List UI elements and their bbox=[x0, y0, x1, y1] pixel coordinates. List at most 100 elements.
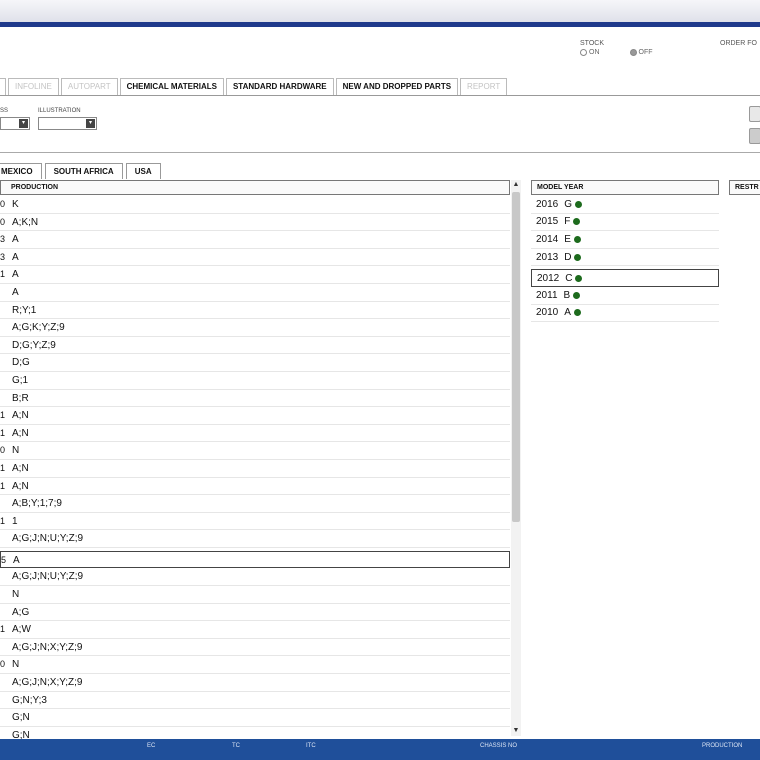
illustration-select[interactable]: ▾ bbox=[38, 117, 97, 130]
model-year-row[interactable]: 2011 B bbox=[531, 287, 719, 305]
production-scrollbar[interactable]: ▲ ▼ bbox=[511, 180, 521, 736]
production-row[interactable]: 3A bbox=[0, 231, 510, 249]
tab-report[interactable]: REPORT bbox=[460, 78, 508, 95]
production-row[interactable]: 1 A;N bbox=[0, 460, 510, 478]
production-code: A;B;Y;1;7;9 bbox=[12, 498, 62, 510]
row-marker: 1 bbox=[0, 427, 6, 438]
production-row[interactable]: A;B;Y;1;7;9 bbox=[0, 495, 510, 513]
tab-new-and-dropped-parts[interactable]: NEW AND DROPPED PARTS bbox=[335, 78, 459, 95]
production-row[interactable]: 0 A;K;N bbox=[0, 214, 510, 232]
tab-usa[interactable]: USA bbox=[125, 163, 161, 179]
status-dot-icon bbox=[574, 253, 582, 261]
production-code: A;G;J;N;U;Y;Z;9 bbox=[12, 571, 84, 583]
country-tabs: MEXICO SOUTH AFRICA USA bbox=[0, 163, 161, 179]
row-marker: 1 bbox=[0, 480, 6, 491]
model-year-row[interactable]: 2013 D bbox=[531, 249, 719, 267]
scroll-down-icon[interactable]: ▼ bbox=[511, 726, 521, 736]
production-code: A;G;K;Y;Z;9 bbox=[12, 322, 65, 334]
production-row[interactable]: 1 A;N bbox=[0, 478, 510, 496]
model-year-code: A bbox=[564, 307, 571, 319]
production-code: A;G;J;N;X;Y;Z;9 bbox=[12, 677, 83, 689]
model-year-list: 2016 G 2015 F 2014 E 2013 D 2012 C 2011 B 2010 A bbox=[531, 196, 719, 323]
production-row[interactable]: N bbox=[0, 586, 510, 604]
production-row[interactable]: 1A bbox=[0, 266, 510, 284]
production-row[interactable]: R;Y;1 bbox=[0, 302, 510, 320]
production-column-header[interactable]: PRODUCTION bbox=[0, 180, 510, 195]
status-bar: EC TC ITC CHASSIS NO PRODUCTION bbox=[0, 739, 760, 760]
chevron-down-icon: ▾ bbox=[86, 119, 95, 128]
production-row[interactable]: A;G bbox=[0, 604, 510, 622]
status-dot-icon bbox=[575, 274, 583, 282]
stock-on-label: ON bbox=[589, 49, 600, 56]
production-row[interactable]: 0K bbox=[0, 196, 510, 214]
model-year-row[interactable]: 2014 E bbox=[531, 231, 719, 249]
status-ec: EC bbox=[147, 743, 156, 749]
production-row[interactable]: 11 bbox=[0, 513, 510, 531]
production-code: D;G;Y;Z;9 bbox=[12, 339, 56, 351]
tab-autopart[interactable]: AUTOPART bbox=[60, 78, 118, 95]
production-row[interactable]: D;G;Y;Z;9 bbox=[0, 337, 510, 355]
production-code: A;G;J;N;X;Y;Z;9 bbox=[12, 641, 83, 653]
tab-chemical-materials[interactable]: CHEMICAL MATERIALS bbox=[119, 78, 224, 95]
production-row[interactable]: A;G;K;Y;Z;9 bbox=[0, 319, 510, 337]
production-row[interactable]: A;G;J;N;U;Y;Z;9 bbox=[0, 530, 510, 548]
tab-mexico[interactable]: MEXICO bbox=[0, 163, 42, 179]
production-row[interactable]: A bbox=[0, 284, 510, 302]
tab-infoline[interactable]: INFOLINE bbox=[8, 78, 59, 95]
stock-off-label: OFF bbox=[638, 49, 653, 56]
production-row[interactable]: G;N;Y;3 bbox=[0, 692, 510, 710]
production-row[interactable]: 1 A;N bbox=[0, 407, 510, 425]
side-button-top[interactable] bbox=[749, 106, 760, 122]
production-row[interactable]: D;G bbox=[0, 354, 510, 372]
status-production: PRODUCTION bbox=[702, 743, 743, 749]
production-code: R;Y;1 bbox=[12, 304, 37, 316]
restriction-column-header[interactable]: RESTR bbox=[729, 180, 760, 195]
filter-first-select[interactable]: ▾ bbox=[0, 117, 30, 130]
row-marker: 1 bbox=[0, 624, 6, 635]
row-marker: 1 bbox=[0, 462, 6, 473]
production-row[interactable]: A;G;J;N;U;Y;Z;9 bbox=[0, 568, 510, 587]
production-code: A;N bbox=[12, 462, 29, 474]
production-row[interactable]: G;1 bbox=[0, 372, 510, 390]
model-year-column-header[interactable]: MODEL YEAR bbox=[531, 180, 719, 195]
production-code: B;R bbox=[12, 392, 29, 404]
row-marker: 0 bbox=[0, 216, 6, 227]
production-row[interactable]: B;R bbox=[0, 390, 510, 408]
model-year-value: 2010 bbox=[536, 307, 559, 319]
production-row[interactable]: 3A bbox=[0, 249, 510, 267]
production-row[interactable]: 1 A;N bbox=[0, 425, 510, 443]
production-row[interactable]: 1 A;W bbox=[0, 621, 510, 639]
model-year-row[interactable]: 2016 G bbox=[531, 196, 719, 214]
production-row[interactable]: A;G;J;N;X;Y;Z;9 bbox=[0, 639, 510, 657]
model-year-value: 2015 bbox=[536, 216, 559, 228]
production-code: N bbox=[12, 445, 20, 457]
production-row[interactable]: G;N bbox=[0, 709, 510, 727]
stock-on-radio[interactable]: ON bbox=[580, 49, 600, 56]
status-tc: TC bbox=[232, 743, 240, 749]
model-year-code: F bbox=[564, 216, 571, 228]
production-code: A bbox=[12, 286, 19, 298]
model-year-value: 2014 bbox=[536, 233, 559, 245]
side-button-bottom[interactable] bbox=[749, 128, 760, 144]
production-code: A;N bbox=[12, 480, 29, 492]
model-year-row[interactable]: 2012 C bbox=[531, 269, 719, 287]
status-dot-icon bbox=[573, 235, 581, 243]
production-row[interactable]: 0N bbox=[0, 656, 510, 675]
scroll-thumb[interactable] bbox=[512, 192, 520, 522]
production-row[interactable]: 0N bbox=[0, 442, 510, 460]
tab-standard-hardware[interactable]: STANDARD HARDWARE bbox=[225, 78, 334, 95]
production-row[interactable]: 5A bbox=[0, 550, 510, 569]
radio-icon bbox=[580, 49, 587, 56]
tab-south-africa[interactable]: SOUTH AFRICA bbox=[44, 163, 123, 179]
production-code: D;G bbox=[12, 357, 30, 369]
production-row[interactable]: A;G;J;N;X;Y;Z;9 bbox=[0, 674, 510, 692]
model-year-row[interactable]: 2010 A bbox=[531, 305, 719, 323]
production-code: 1 bbox=[12, 515, 18, 527]
stock-off-radio[interactable]: OFF bbox=[629, 49, 653, 56]
production-code: G;N;Y;3 bbox=[12, 694, 47, 706]
section-divider bbox=[0, 152, 760, 153]
scroll-up-icon[interactable]: ▲ bbox=[511, 180, 521, 190]
model-year-row[interactable]: 2015 F bbox=[531, 214, 719, 232]
tab-partial[interactable] bbox=[0, 78, 6, 95]
production-code: A;K;N bbox=[12, 216, 39, 228]
